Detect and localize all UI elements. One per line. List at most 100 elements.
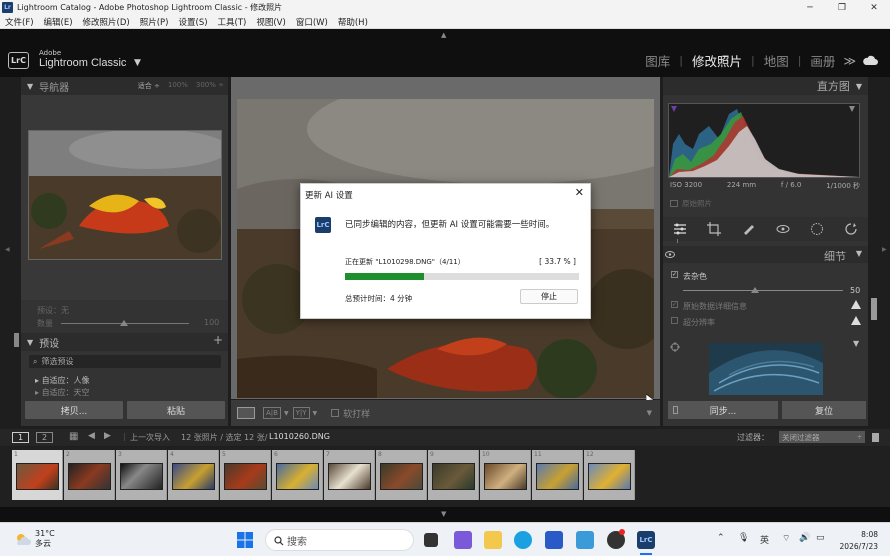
stop-button[interactable]: 停止 xyxy=(520,289,578,304)
clock[interactable]: 8:08 2026/7/23 xyxy=(840,529,878,553)
preset-filter-input[interactable]: ⌕ 筛选预设 xyxy=(29,355,221,368)
windows-start-icon[interactable] xyxy=(236,531,254,549)
left-panel-toggle-icon[interactable]: ◀ xyxy=(5,246,10,253)
chevron-down-icon[interactable]: ▼ xyxy=(284,410,289,417)
close-window-button[interactable]: ✕ xyxy=(858,0,890,15)
before-after-ab-button[interactable]: A|B xyxy=(263,407,281,419)
paste-button[interactable]: 粘贴 xyxy=(127,401,225,419)
preset-group-sky[interactable]: ▸ 自适应：天空 xyxy=(35,387,90,398)
denoise-checkbox[interactable]: ✓ xyxy=(671,271,678,278)
masking-icon[interactable] xyxy=(810,222,824,236)
filmstrip-thumb[interactable]: 6 xyxy=(272,450,323,500)
filmstrip-thumb[interactable]: 10 xyxy=(480,450,531,500)
menu-help[interactable]: 帮助(H) xyxy=(333,16,373,28)
ime-indicator[interactable]: 英 xyxy=(760,533,769,546)
preset-group-portrait[interactable]: ▸ 自适应：人像 xyxy=(35,375,90,386)
filmstrip-thumb[interactable]: 3 xyxy=(116,450,167,500)
dialog-close-button[interactable]: ✕ xyxy=(575,186,584,199)
secondary-display-button[interactable]: 2 xyxy=(36,432,53,443)
sync-switch-icon[interactable] xyxy=(673,406,678,414)
histogram[interactable] xyxy=(668,103,860,178)
chevron-down-icon[interactable]: ▼ xyxy=(853,339,859,348)
remove-icon[interactable] xyxy=(844,222,858,236)
current-filename[interactable]: L1010260.DNG xyxy=(269,432,330,441)
module-book[interactable]: 画册 xyxy=(810,51,835,70)
right-scrollbar[interactable] xyxy=(871,298,877,320)
navigator-header[interactable]: ▼ 导航器 适合 ÷ 100% 300% ÷ xyxy=(21,77,228,95)
zoom-fit[interactable]: 适合 ÷ xyxy=(138,81,160,91)
wifi-icon[interactable]: ⌔ xyxy=(782,533,790,544)
before-after-yy-button[interactable]: Y|Y xyxy=(292,407,310,419)
right-panel-toggle-icon[interactable]: ▶ xyxy=(882,246,887,253)
taskbar-search-input[interactable]: 搜索 xyxy=(265,529,414,551)
filmstrip-thumb[interactable]: 9 xyxy=(428,450,479,500)
chevron-down-icon[interactable]: ▼ xyxy=(134,58,141,68)
healing-icon[interactable] xyxy=(741,222,755,236)
original-photo-toggle[interactable]: 原始照片 xyxy=(670,198,712,209)
tray-chevron-up-icon[interactable]: ⌃ xyxy=(717,533,725,543)
module-map[interactable]: 地图 xyxy=(764,51,789,70)
filmstrip-thumb[interactable]: 2 xyxy=(64,450,115,500)
store-icon[interactable] xyxy=(545,531,563,549)
zoom-300[interactable]: 300% ÷ xyxy=(196,81,224,91)
softproof-checkbox[interactable] xyxy=(331,409,340,417)
copy-button[interactable]: 拷贝... xyxy=(25,401,123,419)
task-view-icon[interactable] xyxy=(424,533,438,547)
filmstrip-thumb[interactable]: 7 xyxy=(324,450,375,500)
file-explorer-icon[interactable] xyxy=(484,531,502,549)
maximize-button[interactable]: ❐ xyxy=(826,0,858,15)
filter-lock-icon[interactable] xyxy=(872,433,879,442)
reset-button[interactable]: 复位 xyxy=(782,401,866,419)
menu-edit[interactable]: 编辑(E) xyxy=(39,16,78,28)
crop-icon[interactable] xyxy=(707,222,722,236)
denoise-slider-knob[interactable] xyxy=(751,287,759,293)
snipping-tool-icon[interactable] xyxy=(454,531,472,549)
redeye-icon[interactable] xyxy=(776,222,790,236)
toolbar-menu-icon[interactable]: ▼ xyxy=(647,409,652,417)
raw-details-checkbox[interactable]: ✓ xyxy=(671,301,678,308)
source-label[interactable]: 上一次导入 xyxy=(130,432,170,443)
menu-develop[interactable]: 修改照片(D) xyxy=(78,16,135,28)
edge-browser-icon[interactable] xyxy=(514,531,532,549)
loupe-view-icon[interactable] xyxy=(237,407,255,419)
filter-select[interactable]: 关闭过滤器 ÷ xyxy=(779,431,865,443)
detail-header[interactable]: 细节 ▼ xyxy=(663,246,868,263)
bottom-panel-toggle-icon[interactable]: ▼ xyxy=(441,510,446,518)
left-scrollbar[interactable] xyxy=(14,333,19,347)
menu-window[interactable]: 窗口(W) xyxy=(291,16,333,28)
presets-header[interactable]: ▼ 预设 + xyxy=(21,333,228,351)
filmstrip-thumb[interactable]: 12 xyxy=(584,450,635,500)
more-modules-icon[interactable]: ≫ xyxy=(843,54,856,68)
denoise-slider[interactable] xyxy=(683,290,843,291)
super-resolution-checkbox[interactable] xyxy=(671,317,678,324)
sync-button[interactable]: 同步... xyxy=(668,401,778,419)
weather-widget[interactable]: 31°C 多云 xyxy=(14,529,55,549)
menu-settings[interactable]: 设置(S) xyxy=(174,16,213,28)
grid-view-icon[interactable]: ▦ xyxy=(69,431,78,442)
module-library[interactable]: 图库 xyxy=(645,51,670,70)
edit-sliders-icon[interactable] xyxy=(673,222,687,236)
histogram-header[interactable]: 直方图 ▼ xyxy=(663,77,868,95)
target-adjust-icon[interactable] xyxy=(670,342,680,352)
detail-zoom-preview[interactable] xyxy=(709,343,823,395)
add-preset-button[interactable]: + xyxy=(213,333,223,347)
filmstrip-thumb[interactable]: 11 xyxy=(532,450,583,500)
lightroom-taskbar-icon[interactable]: LrC xyxy=(637,531,655,549)
filmstrip-thumb[interactable]: 8 xyxy=(376,450,427,500)
module-develop[interactable]: 修改照片 xyxy=(692,51,742,70)
amount-slider-knob[interactable] xyxy=(120,320,128,326)
remote-desktop-icon[interactable] xyxy=(576,531,594,549)
navigator-preview[interactable] xyxy=(28,130,222,260)
back-arrow-icon[interactable]: ◀ xyxy=(88,431,95,441)
chevron-down-icon[interactable]: ▼ xyxy=(313,410,318,417)
forward-arrow-icon[interactable]: ▶ xyxy=(104,431,111,441)
minimize-button[interactable]: ─ xyxy=(794,0,826,15)
eye-icon[interactable] xyxy=(665,251,675,258)
menu-tools[interactable]: 工具(T) xyxy=(213,16,252,28)
collapse-top-icon[interactable]: ▲ xyxy=(441,31,446,39)
filmstrip-thumb[interactable]: 5 xyxy=(220,450,271,500)
menu-photo[interactable]: 照片(P) xyxy=(135,16,174,28)
menu-view[interactable]: 视图(V) xyxy=(251,16,290,28)
battery-icon[interactable]: ▭ xyxy=(816,533,825,543)
microphone-icon[interactable]: 🎙 xyxy=(738,533,749,543)
